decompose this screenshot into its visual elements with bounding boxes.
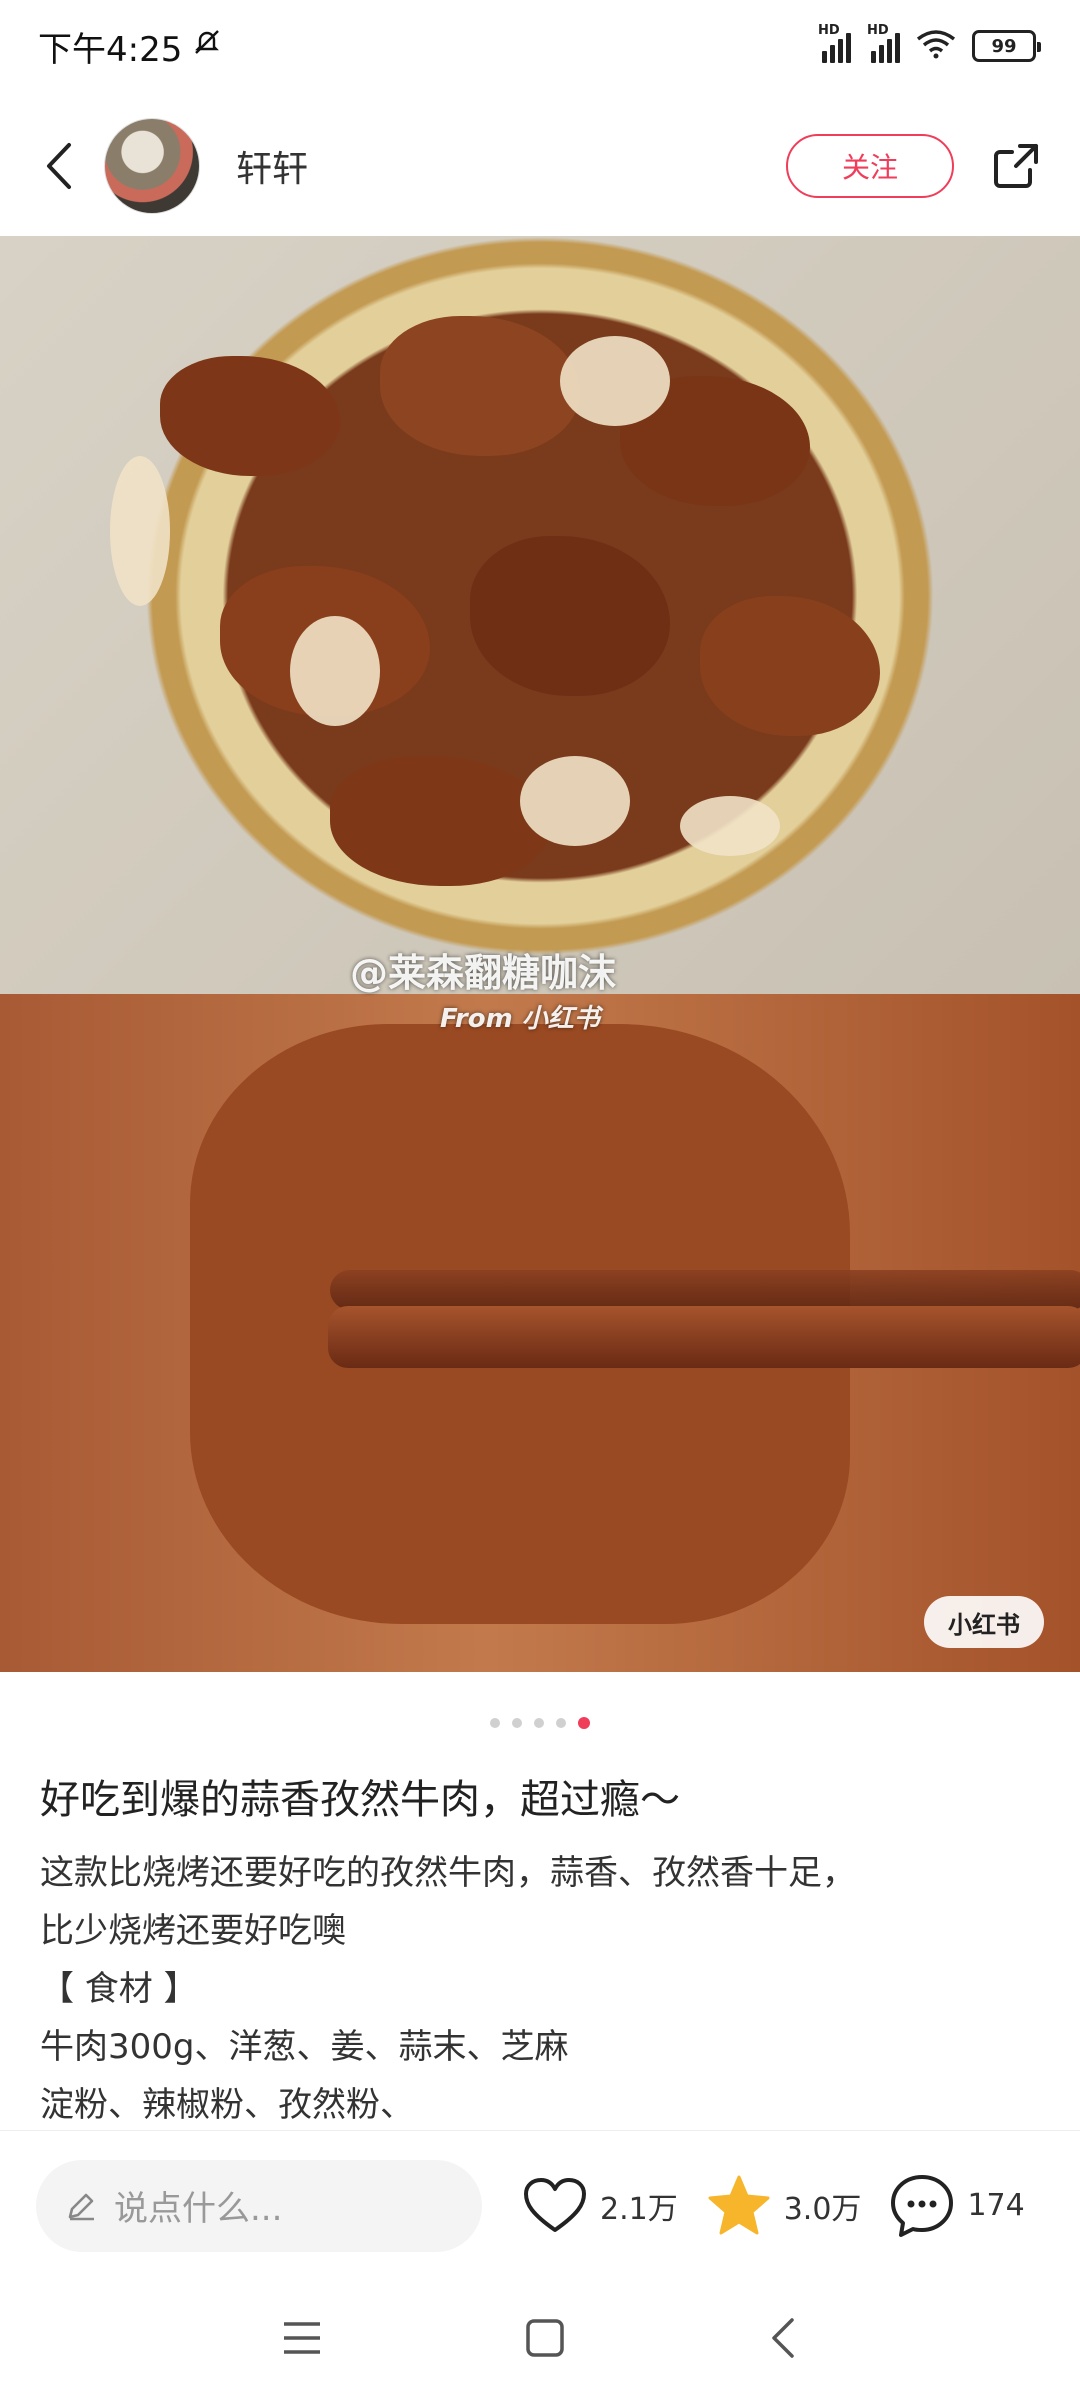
status-left: 下午4:25: [38, 22, 222, 71]
signal-icon-2: HD: [867, 23, 900, 63]
wifi-icon: [916, 29, 956, 63]
system-nav-bar: [0, 2280, 1080, 2400]
star-icon: [708, 2175, 770, 2234]
menu-icon: [283, 2322, 320, 2354]
description-line: 牛肉300g、洋葱、姜、蒜末、芝麻: [40, 2027, 569, 2067]
favorite-count: 3.0万: [783, 2191, 862, 2227]
comment-placeholder: 说点什么...: [114, 2189, 283, 2229]
square-home-icon: [526, 2319, 564, 2357]
description-line: 比少烧烤还要好吃噢: [40, 1911, 346, 1951]
comment-count: 174: [967, 2188, 1025, 2223]
post-header: 轩轩 关注: [0, 104, 1080, 228]
status-time: 下午4:25: [38, 29, 183, 70]
like-count: 2.1万: [600, 2191, 678, 2227]
follow-button[interactable]: 关注: [786, 134, 954, 198]
post-image[interactable]: 小红书 @莱森翻糖咖沫 From 小红书: [0, 236, 1080, 1672]
pencil-icon: [68, 2193, 94, 2220]
network-type-label: HD: [818, 23, 840, 38]
mute-icon: [192, 26, 222, 66]
signal-icon: HD: [818, 23, 851, 63]
comment-input[interactable]: 说点什么...: [36, 2159, 482, 2252]
xiaohongshu-logo: 小红书: [924, 1596, 1044, 1648]
favorite-button[interactable]: 3.0万: [706, 2174, 862, 2238]
share-button[interactable]: [988, 138, 1044, 194]
description-line: 【 食材 】: [40, 1969, 198, 2009]
network-type-label-2: HD: [867, 23, 889, 38]
back-triangle-icon: [772, 2318, 795, 2358]
post-description: 这款比烧烤还要好吃的孜然牛肉，蒜香、孜然香十足， 比少烧烤还要好吃噢 【 食材 …: [40, 1844, 1040, 2134]
status-right: HD HD 99: [818, 23, 1041, 63]
description-line: 这款比烧烤还要好吃的孜然牛肉，蒜香、孜然香十足，: [40, 1853, 856, 1893]
author-name[interactable]: 轩轩: [236, 140, 308, 192]
back-button[interactable]: [36, 136, 80, 196]
pager-dot: [512, 1718, 522, 1728]
home-button[interactable]: [525, 2318, 565, 2362]
bottom-action-bar: 说点什么... 2.1万 3.0万 174: [0, 2130, 1080, 2280]
food-photo-top: [0, 236, 1080, 994]
image-pager-dots: [0, 1717, 1080, 1729]
post-content: 好吃到爆的蒜香孜然牛肉，超过瘾～ 这款比烧烤还要好吃的孜然牛肉，蒜香、孜然香十足…: [40, 1764, 1040, 2134]
pager-dot-active: [578, 1717, 590, 1729]
heart-icon: [524, 2177, 586, 2232]
comment-button[interactable]: 174: [889, 2173, 1025, 2239]
like-button[interactable]: 2.1万: [522, 2176, 678, 2236]
status-bar: 下午4:25 HD HD 99: [0, 0, 1080, 92]
author-avatar[interactable]: [104, 118, 200, 214]
description-line: 淀粉、辣椒粉、孜然粉、: [40, 2085, 414, 2125]
system-back-button[interactable]: [768, 2316, 798, 2364]
post-title: 好吃到爆的蒜香孜然牛肉，超过瘾～: [40, 1777, 680, 1823]
pager-dot: [556, 1718, 566, 1728]
food-photo-bottom: 小红书: [0, 994, 1080, 1672]
menu-button[interactable]: [282, 2320, 322, 2360]
share-icon: [994, 144, 1038, 188]
photo-watermark: @莱森翻糖咖沫: [350, 951, 617, 995]
chat-bubble-icon: [891, 2174, 954, 2237]
pager-dot: [534, 1718, 544, 1728]
battery-level: 99: [991, 35, 1017, 57]
battery-icon: 99: [972, 30, 1041, 62]
photo-watermark-source: From 小红书: [440, 1004, 600, 1034]
chevron-left-icon: [47, 143, 71, 189]
pager-dot: [490, 1718, 500, 1728]
